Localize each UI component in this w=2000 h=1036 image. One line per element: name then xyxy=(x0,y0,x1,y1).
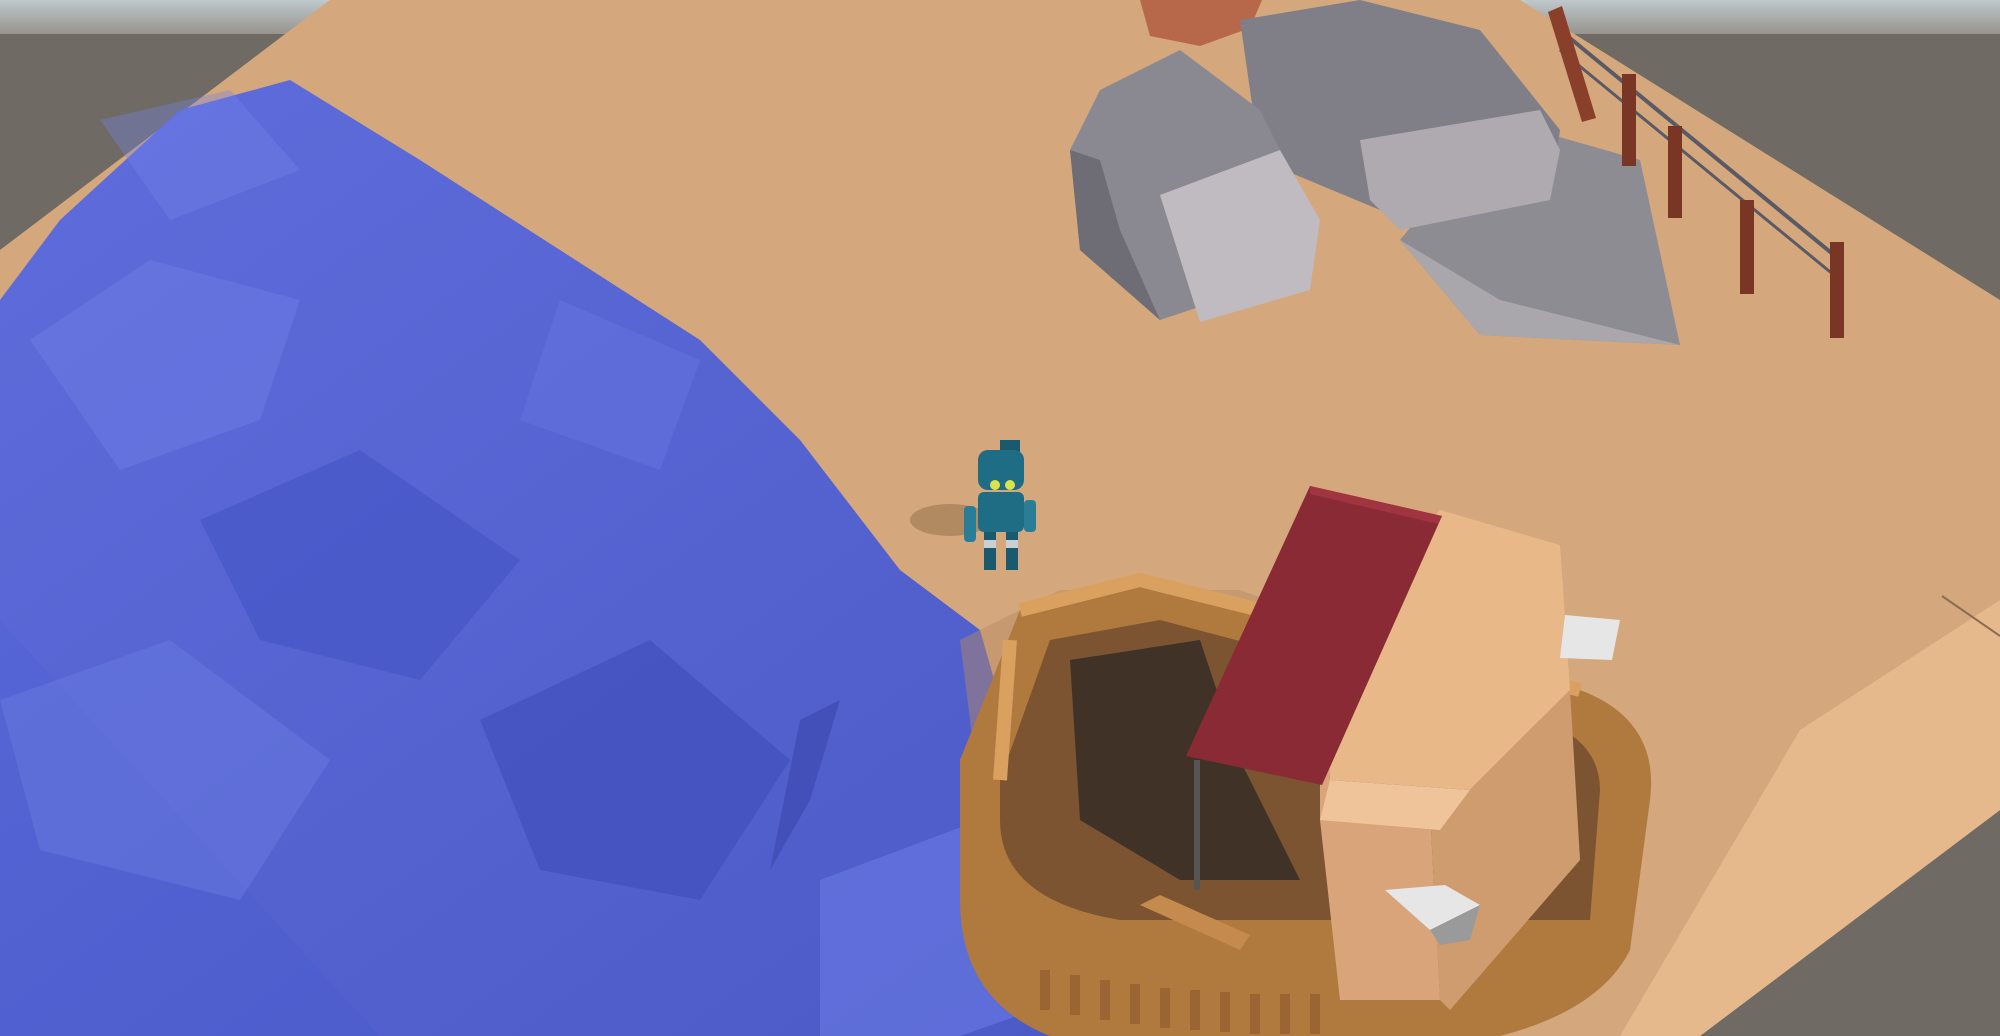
game-viewport[interactable] xyxy=(0,0,2000,1036)
